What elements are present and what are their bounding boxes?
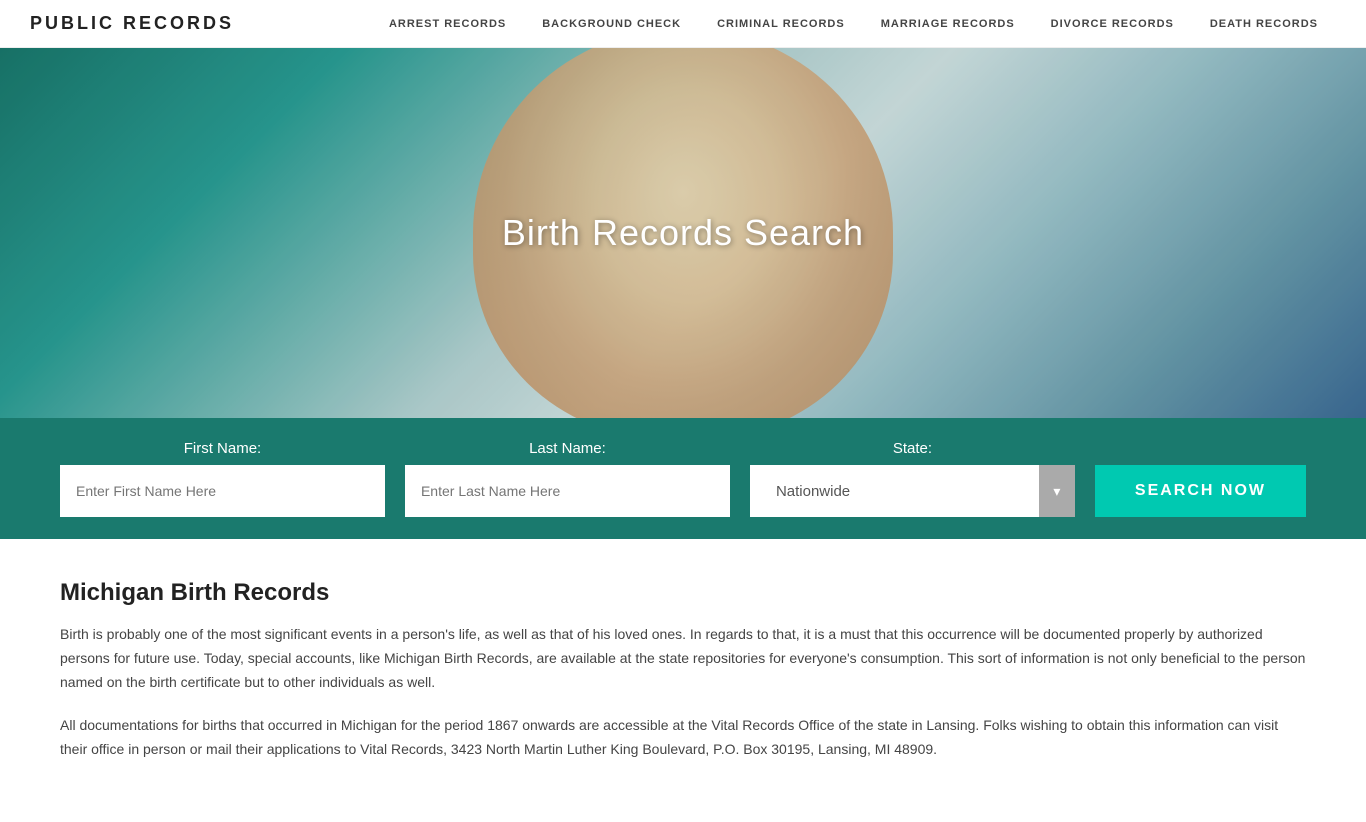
nav-link-divorce-records[interactable]: DIVORCE RECORDS xyxy=(1033,0,1192,48)
hero-title: Birth Records Search xyxy=(502,212,864,254)
nav-link-criminal-records[interactable]: CRIMINAL RECORDS xyxy=(699,0,863,48)
search-now-button[interactable]: SEARCH NOW xyxy=(1095,465,1306,517)
content-section: Michigan Birth Records Birth is probably… xyxy=(0,539,1366,822)
nav-link-background-check[interactable]: BACKGROUND CHECK xyxy=(524,0,699,48)
first-name-input[interactable] xyxy=(60,465,385,517)
state-select-wrapper: NationwideAlabamaAlaskaArizonaArkansasCa… xyxy=(750,465,1075,517)
state-label: State: xyxy=(750,440,1075,457)
header: PUBLIC RECORDS ARREST RECORDSBACKGROUND … xyxy=(0,0,1366,48)
first-name-field: First Name: xyxy=(60,440,385,517)
site-logo: PUBLIC RECORDS xyxy=(30,13,234,34)
last-name-input[interactable] xyxy=(405,465,730,517)
nav-link-arrest-records[interactable]: ARREST RECORDS xyxy=(371,0,524,48)
content-paragraph-2: All documentations for births that occur… xyxy=(60,714,1306,762)
last-name-label: Last Name: xyxy=(405,440,730,457)
search-bar: First Name: Last Name: State: Nationwide… xyxy=(0,418,1366,539)
state-select[interactable]: NationwideAlabamaAlaskaArizonaArkansasCa… xyxy=(766,465,1059,517)
state-field: State: NationwideAlabamaAlaskaArizonaArk… xyxy=(750,440,1075,517)
nav-link-death-records[interactable]: DEATH RECORDS xyxy=(1192,0,1336,48)
last-name-field: Last Name: xyxy=(405,440,730,517)
hero-section: Birth Records Search xyxy=(0,48,1366,418)
content-heading: Michigan Birth Records xyxy=(60,579,1306,607)
content-paragraph-1: Birth is probably one of the most signif… xyxy=(60,623,1306,694)
main-nav: ARREST RECORDSBACKGROUND CHECKCRIMINAL R… xyxy=(371,0,1336,48)
nav-link-marriage-records[interactable]: MARRIAGE RECORDS xyxy=(863,0,1033,48)
first-name-label: First Name: xyxy=(60,440,385,457)
